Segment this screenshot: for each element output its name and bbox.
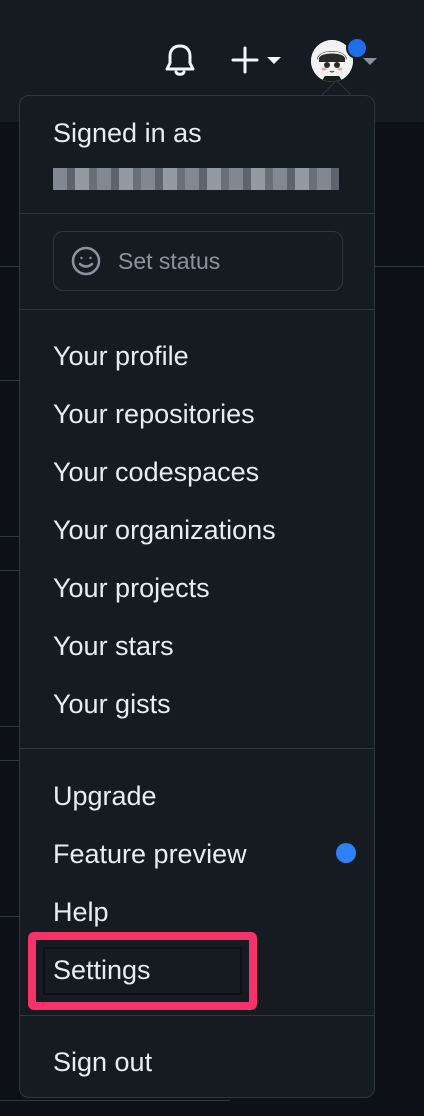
notifications-button[interactable] xyxy=(160,40,200,80)
bg-divider xyxy=(0,760,20,761)
menu-divider xyxy=(20,213,374,214)
page: Signed in as Set status Your profile You… xyxy=(0,0,424,1116)
set-status-label: Set status xyxy=(118,247,221,274)
bell-icon xyxy=(165,44,195,76)
chevron-down-icon xyxy=(363,57,377,65)
bg-divider xyxy=(0,1100,230,1101)
menu-item-your-gists[interactable]: Your gists xyxy=(53,687,171,721)
bg-divider xyxy=(0,380,20,381)
menu-item-your-projects[interactable]: Your projects xyxy=(53,571,210,605)
bg-divider xyxy=(0,916,20,917)
menu-item-your-repositories[interactable]: Your repositories xyxy=(53,397,255,431)
menu-divider xyxy=(20,1015,374,1016)
user-dropdown-menu: Signed in as Set status Your profile You… xyxy=(19,95,375,1098)
notification-dot xyxy=(346,37,368,59)
chevron-down-icon xyxy=(267,56,281,64)
bg-divider xyxy=(0,536,20,537)
bg-divider xyxy=(0,726,20,727)
user-menu-button[interactable] xyxy=(308,36,380,86)
menu-item-settings[interactable]: Settings xyxy=(53,953,151,987)
menu-item-your-stars[interactable]: Your stars xyxy=(53,629,174,663)
create-new-button[interactable] xyxy=(226,40,286,80)
username-redacted xyxy=(53,168,339,190)
menu-item-feature-preview[interactable]: Feature preview xyxy=(53,837,247,871)
menu-item-upgrade[interactable]: Upgrade xyxy=(53,779,157,813)
set-status-button[interactable]: Set status xyxy=(53,231,343,291)
plus-icon xyxy=(231,46,259,74)
menu-item-your-organizations[interactable]: Your organizations xyxy=(53,513,276,547)
bg-divider xyxy=(0,570,20,571)
menu-item-your-profile[interactable]: Your profile xyxy=(53,339,189,373)
menu-divider xyxy=(20,309,374,310)
menu-item-help[interactable]: Help xyxy=(53,895,109,929)
menu-item-your-codespaces[interactable]: Your codespaces xyxy=(53,455,259,489)
feature-preview-indicator xyxy=(336,843,356,863)
signed-in-label: Signed in as xyxy=(53,118,202,148)
menu-item-sign-out[interactable]: Sign out xyxy=(53,1045,152,1079)
menu-divider xyxy=(20,748,374,749)
smiley-icon xyxy=(70,245,102,277)
